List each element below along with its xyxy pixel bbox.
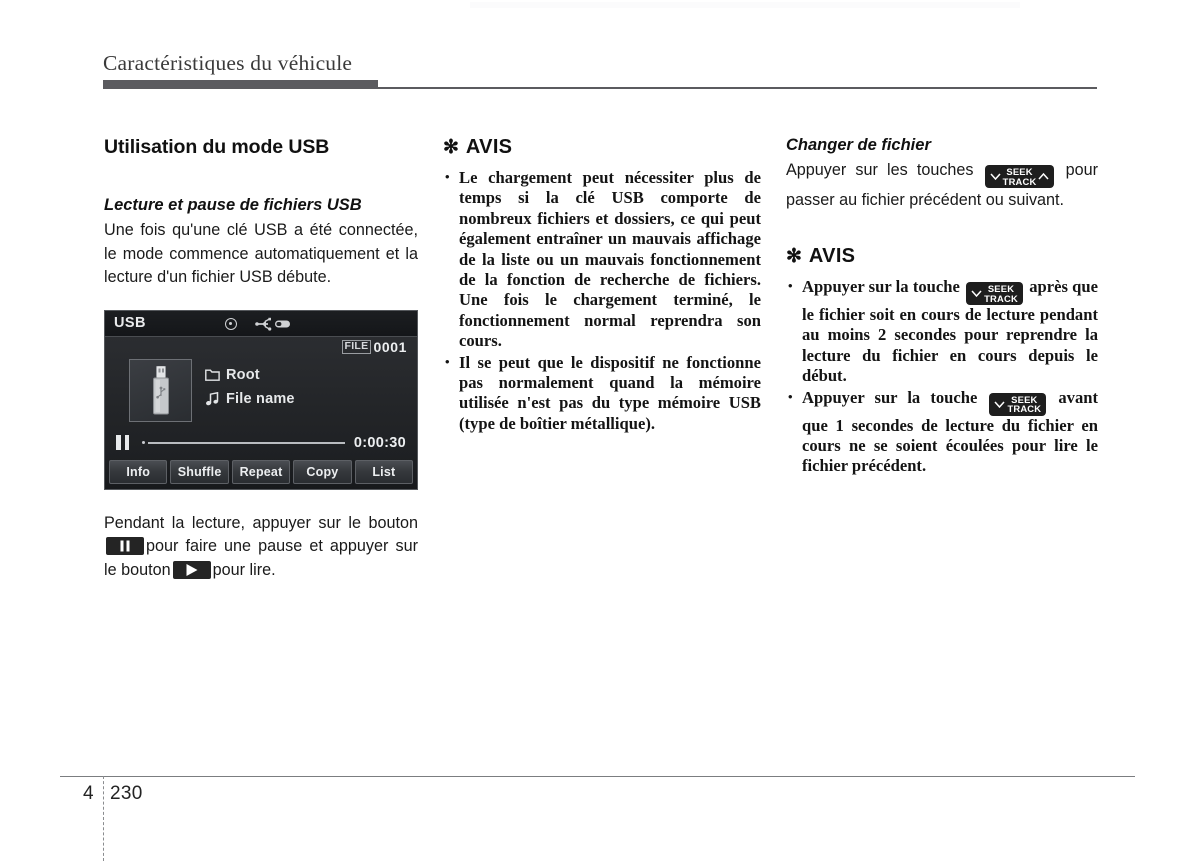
note-item: Appuyer sur la touche SEEKTRACK après qu… <box>786 276 1098 387</box>
avis-note-list-middle: Le chargement peut nécessiter plus de te… <box>443 167 761 435</box>
footer-divider <box>103 776 104 861</box>
progress-bar[interactable] <box>142 438 345 448</box>
header-rule-thick <box>103 80 378 89</box>
button-info[interactable]: Info <box>109 459 168 484</box>
caption-text-3: pour lire. <box>212 560 276 579</box>
chevron-down-icon <box>990 173 1001 181</box>
chevron-down-icon <box>994 401 1005 408</box>
caption-text-1: Pendant la lecture, appuyer sur le bouto… <box>104 513 418 532</box>
header-rule-thin <box>378 86 1097 89</box>
usb-plug-icon <box>255 317 290 331</box>
chevron-down-icon <box>971 290 982 298</box>
middle-column: ✻ AVIS Le chargement peut nécessiter plu… <box>443 136 761 435</box>
folder-icon <box>205 369 220 382</box>
file-indicator: FILE 0001 <box>341 338 408 355</box>
track-label: TRACK <box>1007 403 1042 415</box>
track-metadata: Root File name <box>205 363 355 411</box>
intro-paragraph: Une fois qu'une clé USB a été connectée,… <box>104 221 418 287</box>
folder-row: Root <box>205 363 355 387</box>
note-item: Le chargement peut nécessiter plus de te… <box>443 167 761 352</box>
playback-caption: Pendant la lecture, appuyer sur le bouto… <box>104 512 418 583</box>
track-label: TRACK <box>1002 175 1037 187</box>
note-text: Il se peut que le dispositif ne fonction… <box>459 352 761 433</box>
button-copy[interactable]: Copy <box>293 459 352 484</box>
usb-player-screenshot: USB FILE 0001 Root File name 0:00:30 Inf… <box>104 309 418 490</box>
note-text-before-key: Appuyer sur la touche <box>802 277 960 296</box>
asterisk-icon: ✻ <box>786 246 802 267</box>
avis-heading-middle: ✻ AVIS <box>443 136 761 159</box>
page-number: 230 <box>110 783 143 804</box>
playback-progress-row: 0:00:30 <box>105 431 417 455</box>
usb-screen-button-bar: Info Shuffle Repeat Copy List <box>105 456 417 489</box>
left-column: Utilisation du mode USB Lecture et pause… <box>104 136 418 582</box>
disc-icon <box>225 317 237 330</box>
seek-track-key[interactable]: SEEK TRACK <box>966 282 1023 305</box>
avis-label: AVIS <box>808 245 856 267</box>
button-repeat[interactable]: Repeat <box>231 459 291 484</box>
usb-flash-drive-icon <box>152 365 169 415</box>
note-text-before-key: Appuyer sur la touche <box>802 387 978 407</box>
track-name: File name <box>226 390 295 407</box>
scan-artifact <box>470 2 1020 8</box>
folder-name: Root <box>226 366 260 383</box>
running-header: Caractéristiques du véhicule <box>103 51 1103 76</box>
music-note-icon <box>206 391 219 405</box>
avis-note-list-right: Appuyer sur la touche SEEKTRACK après qu… <box>786 276 1098 477</box>
play-key-glyph <box>172 560 211 579</box>
button-shuffle[interactable]: Shuffle <box>170 459 229 484</box>
button-list[interactable]: List <box>354 459 414 484</box>
file-tag-label: FILE <box>341 339 372 354</box>
right-column: Changer de fichier Appuyer sur les touch… <box>786 136 1098 478</box>
track-row: File name <box>205 387 355 411</box>
avis-heading-right: ✻ AVIS <box>786 245 1098 268</box>
usb-thumbnail-box <box>129 358 192 422</box>
footer-rule <box>60 776 1135 778</box>
file-number: 0001 <box>373 338 407 355</box>
seek-track-key[interactable]: SEEK TRACK <box>984 165 1055 188</box>
chevron-up-icon <box>1038 172 1050 180</box>
progress-thumb <box>142 441 145 445</box>
seek-track-key[interactable]: SEEK TRACK <box>989 392 1047 416</box>
pause-key-glyph <box>106 537 144 556</box>
usb-source-label: USB <box>114 314 146 331</box>
note-item: Il se peut que le dispositif ne fonction… <box>443 352 761 435</box>
asterisk-icon: ✻ <box>443 137 459 158</box>
change-file-text-1: Appuyer sur les touches <box>786 161 974 179</box>
section-title: Utilisation du mode USB <box>104 136 330 158</box>
progress-line <box>148 441 345 444</box>
pause-icon <box>116 435 129 451</box>
header-rule <box>103 80 1097 89</box>
chapter-title: Caractéristiques du véhicule <box>103 51 353 75</box>
chapter-number: 4 <box>83 783 94 804</box>
track-label: TRACK <box>984 292 1018 304</box>
elapsed-time: 0:00:30 <box>353 434 406 451</box>
avis-label: AVIS <box>465 136 513 158</box>
note-text: Le chargement peut nécessiter plus de te… <box>459 168 761 351</box>
subsection-title-playback: Lecture et pause de fichiers USB <box>104 196 362 215</box>
change-file-paragraph: Appuyer sur les touches SEEK TRACK pour p… <box>786 158 1098 213</box>
subsection-title-change-file: Changer de fichier <box>786 136 931 154</box>
note-item: Appuyer sur la touche SEEKTRACK avant qu… <box>786 387 1098 477</box>
